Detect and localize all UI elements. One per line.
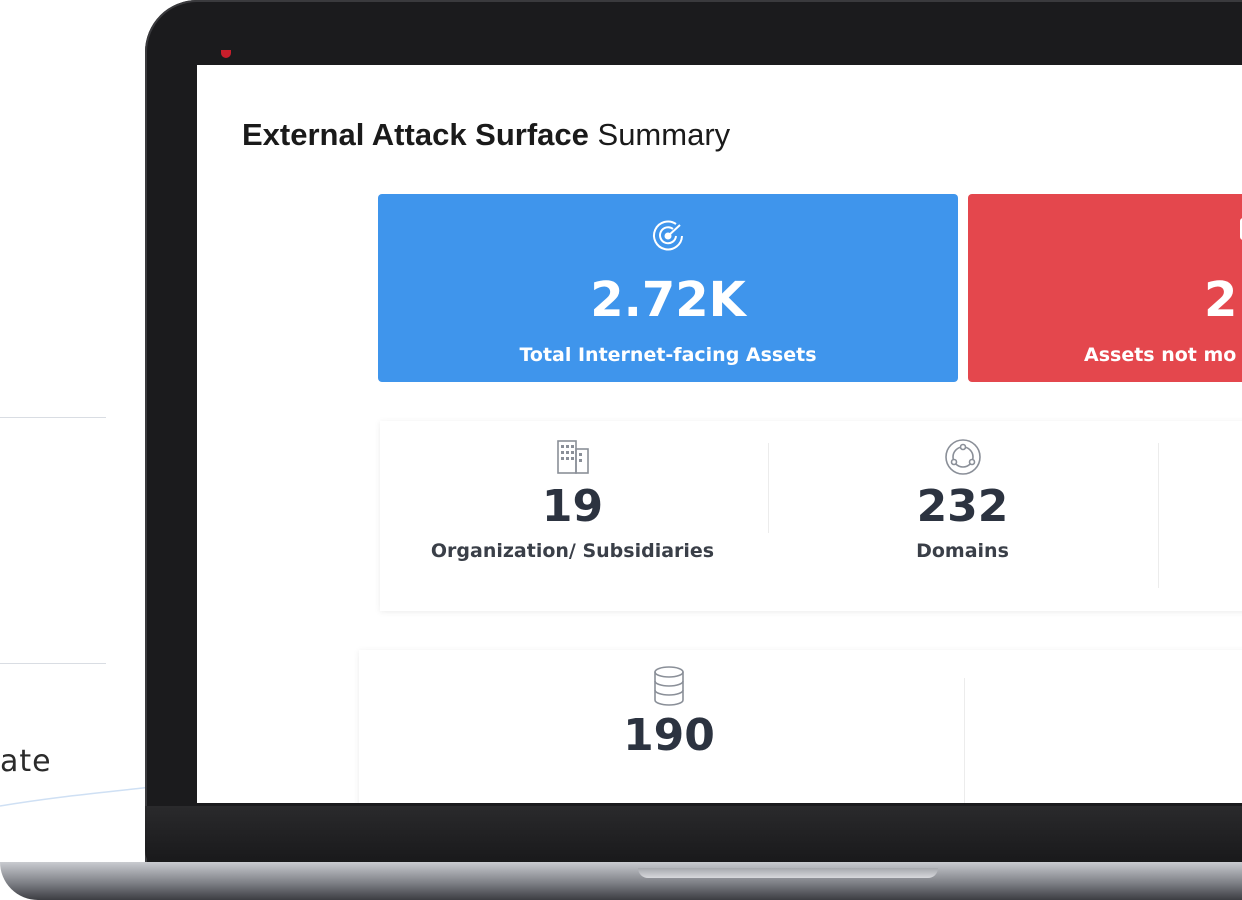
monitor-icon bbox=[1238, 216, 1242, 250]
stat-label: Domains bbox=[916, 540, 1009, 562]
page-title: External Attack Surface Summary bbox=[242, 117, 730, 153]
organizations-stat[interactable]: 19 Organization/ Subsidiaries bbox=[380, 437, 765, 562]
total-assets-card[interactable]: 2.72K Total Internet-facing Assets bbox=[378, 194, 958, 382]
divider-line bbox=[964, 678, 965, 803]
decorative-curve bbox=[0, 785, 160, 807]
camera-indicator bbox=[221, 50, 231, 58]
databases-stat[interactable]: 190 bbox=[569, 666, 769, 761]
database-icon bbox=[569, 666, 769, 706]
laptop-frame: External Attack Surface Summary 2.72K To… bbox=[145, 0, 1242, 872]
stats-panel: 190 4 bbox=[359, 650, 1242, 803]
stat-value: 232 bbox=[916, 481, 1009, 532]
card-value: 2.72K bbox=[590, 272, 746, 328]
card-value: 2. bbox=[1204, 272, 1242, 328]
divider-line bbox=[0, 417, 106, 418]
stat-label: Organization/ Subsidiaries bbox=[430, 540, 715, 562]
stats-panel: 19 Organization/ Subsidiaries 232 Domain… bbox=[380, 421, 1242, 611]
card-label: Total Internet-facing Assets bbox=[519, 344, 817, 366]
unmonitored-assets-card[interactable]: 2. Assets not mo bbox=[968, 194, 1242, 382]
globe-icon bbox=[770, 437, 1155, 477]
title-light: Summary bbox=[597, 117, 731, 152]
divider-line bbox=[0, 663, 106, 664]
laptop-base bbox=[0, 862, 1242, 900]
stat-value: 190 bbox=[623, 710, 715, 761]
domains-stat[interactable]: 232 Domains bbox=[770, 437, 1155, 562]
building-icon bbox=[380, 437, 765, 477]
stat-value: 19 bbox=[541, 481, 604, 532]
title-bold: External Attack Surface bbox=[242, 117, 589, 152]
laptop-screen: External Attack Surface Summary 2.72K To… bbox=[197, 65, 1242, 803]
radar-icon bbox=[378, 216, 958, 256]
card-label: Assets not mo bbox=[1084, 344, 1237, 366]
laptop-notch bbox=[638, 868, 938, 878]
divider-line bbox=[1158, 443, 1159, 588]
divider-line bbox=[768, 443, 769, 533]
